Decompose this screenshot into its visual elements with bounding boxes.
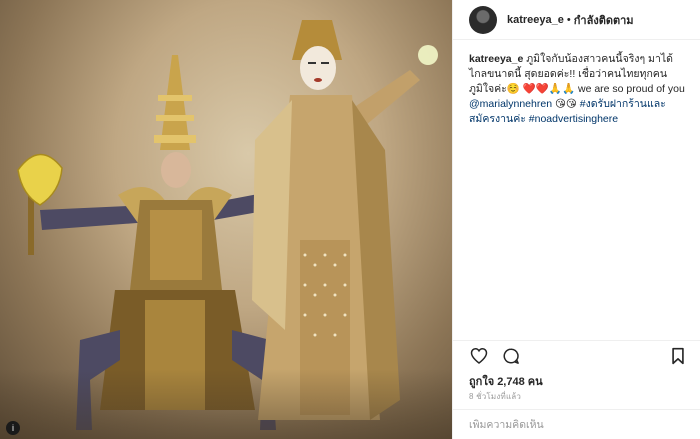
comment-input[interactable] [469, 418, 688, 431]
right-figure [252, 20, 438, 420]
caption-mention[interactable]: @marialynnehren [469, 98, 552, 110]
action-bar [453, 340, 700, 370]
comment-bubble-icon[interactable] [501, 346, 521, 366]
photo-credit-badge[interactable]: i [6, 421, 20, 435]
caption-username[interactable]: katreeya_e [469, 53, 523, 65]
post-photo[interactable]: i [0, 0, 452, 439]
caption-hashtag-2[interactable]: #noadvertisinghere [529, 113, 618, 125]
header-separator: • [566, 13, 571, 26]
caption-emoji: 😘😘 [554, 98, 580, 110]
post-sidebar: katreeya_e • กำลังติดตาม katreeya_e ภูมิ… [452, 0, 700, 439]
post-caption: katreeya_e ภูมิใจกับน้องสาวคนนี้จริงๆ มา… [453, 40, 700, 127]
header-username[interactable]: katreeya_e [507, 14, 564, 26]
post-timestamp[interactable]: 8 ชั่วโมงที่แล้ว [469, 390, 521, 403]
following-button[interactable]: กำลังติดตาม [574, 11, 634, 29]
post-header: katreeya_e • กำลังติดตาม [453, 0, 700, 40]
bookmark-icon[interactable] [668, 346, 688, 366]
heart-icon[interactable] [469, 346, 489, 366]
likes-count[interactable]: ถูกใจ 2,748 คน [469, 372, 543, 390]
photo-floor-shadow [0, 369, 452, 439]
comment-box [453, 409, 700, 439]
avatar[interactable] [469, 5, 497, 34]
